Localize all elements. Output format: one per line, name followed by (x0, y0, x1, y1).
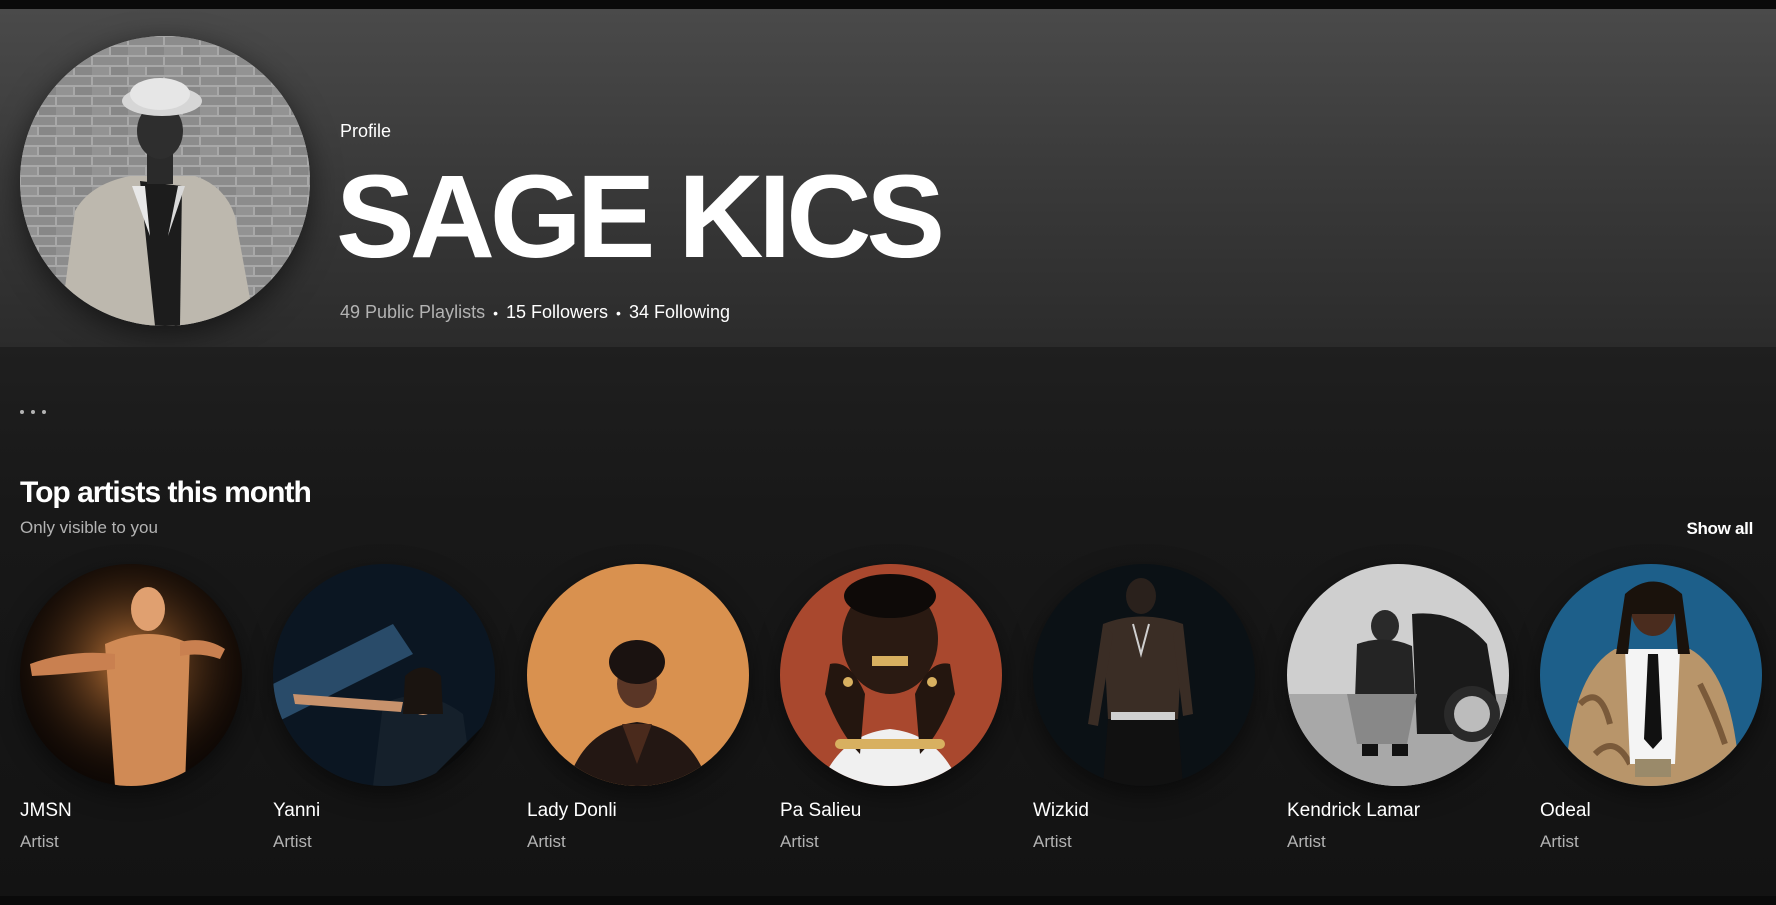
top-bar (0, 0, 1776, 9)
artist-type: Artist (1540, 832, 1579, 851)
artist-card[interactable]: Wizkid Artist (1033, 564, 1255, 854)
artist-card[interactable]: Kendrick Lamar Artist (1287, 564, 1509, 854)
artist-name[interactable]: Wizkid (1033, 800, 1089, 822)
artist-card[interactable]: Lady Donli Artist (527, 564, 749, 854)
artist-name[interactable]: Odeal (1540, 800, 1591, 822)
top-artists-row: JMSN Artist Yanni Artist Lady Donli Arti… (20, 564, 1762, 864)
more-horizontal-icon (20, 410, 24, 414)
artist-type: Artist (1033, 832, 1072, 851)
artist-image (20, 564, 242, 786)
artist-name[interactable]: Yanni (273, 800, 320, 822)
profile-type-label: Profile (340, 121, 392, 141)
artist-image (780, 564, 1002, 786)
profile-page: Profile SAGE KICS 49 Public Playlists • … (0, 0, 1776, 905)
artist-card[interactable]: Pa Salieu Artist (780, 564, 1002, 854)
stats-separator: • (616, 304, 621, 321)
artist-image (1033, 564, 1255, 786)
artist-type: Artist (20, 832, 59, 851)
artist-image (1287, 564, 1509, 786)
more-horizontal-icon (42, 410, 46, 414)
artist-image (1540, 564, 1762, 786)
artist-type: Artist (273, 832, 312, 851)
following-link[interactable]: 34 Following (629, 302, 730, 323)
profile-header: Profile SAGE KICS 49 Public Playlists • … (0, 9, 1776, 347)
profile-avatar-image (20, 36, 310, 326)
stats-separator: • (493, 304, 498, 321)
public-playlists-count: 49 Public Playlists (340, 302, 486, 322)
artist-type: Artist (527, 832, 566, 851)
artist-image (527, 564, 749, 786)
artist-type: Artist (780, 832, 819, 851)
section-title[interactable]: Top artists this month (20, 476, 312, 510)
followers-link[interactable]: 15 Followers (506, 302, 608, 323)
artist-name[interactable]: Lady Donli (527, 800, 617, 822)
profile-avatar[interactable] (20, 36, 310, 326)
profile-name: SAGE KICS (336, 151, 945, 283)
bottom-bar (0, 896, 1776, 905)
artist-name[interactable]: JMSN (20, 800, 72, 822)
artist-name[interactable]: Kendrick Lamar (1287, 800, 1420, 822)
profile-stats: 49 Public Playlists • 15 Followers • 34 … (340, 302, 730, 323)
more-horizontal-icon (31, 410, 35, 414)
more-options-button[interactable] (20, 398, 60, 426)
artist-image (273, 564, 495, 786)
artist-card[interactable]: Odeal Artist (1540, 564, 1762, 854)
show-all-link[interactable]: Show all (1686, 519, 1753, 539)
artist-card[interactable]: JMSN Artist (20, 564, 242, 854)
section-subtitle: Only visible to you (20, 518, 158, 537)
artist-name[interactable]: Pa Salieu (780, 800, 861, 822)
artist-type: Artist (1287, 832, 1326, 851)
artist-card[interactable]: Yanni Artist (273, 564, 495, 854)
